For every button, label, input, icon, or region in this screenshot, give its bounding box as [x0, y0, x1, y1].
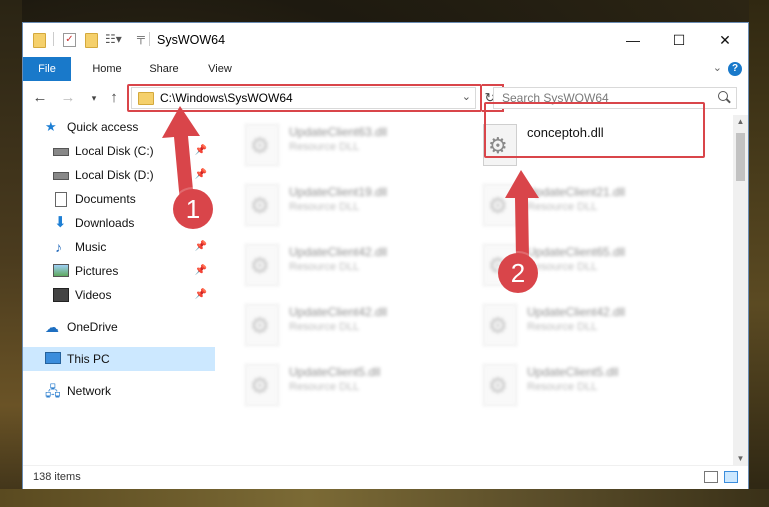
dll-file-icon [483, 304, 517, 346]
download-icon: ⬇ [54, 214, 67, 231]
up-button[interactable]: ↑ [105, 89, 123, 106]
dll-file-icon [245, 304, 279, 346]
file-item[interactable]: UpdateClient42.dll Resource DLL [245, 241, 465, 291]
tab-view[interactable]: View [195, 57, 245, 81]
pictures-icon [53, 264, 69, 277]
folder-icon [33, 33, 46, 48]
ribbon-tabs: File Home Share View ⌄ ? [23, 57, 748, 82]
status-bar: 138 items [23, 465, 748, 489]
file-name: UpdateClient42.dll [289, 245, 388, 259]
large-icons-view-icon[interactable] [724, 471, 738, 483]
scrollbar-thumb[interactable] [736, 133, 745, 181]
file-name: UpdateClient42.dll [289, 305, 388, 319]
pin-down-icon[interactable]: ╤ [137, 32, 145, 44]
file-type: Resource DLL [289, 261, 360, 273]
cloud-icon: ☁ [45, 319, 59, 335]
file-name: UpdateClient19.dll [289, 185, 388, 199]
star-icon: ★ [45, 119, 57, 134]
sidebar-item-onedrive[interactable]: ☁ OneDrive [23, 315, 215, 339]
dll-file-icon [245, 364, 279, 406]
file-list: UpdateClient63.dll Resource DLL concepto… [215, 115, 733, 465]
back-button[interactable]: ← [31, 89, 49, 106]
expand-ribbon-icon[interactable]: ⌄ [713, 61, 722, 74]
maximize-button[interactable]: ☐ [656, 23, 702, 57]
sidebar-item-this-pc[interactable]: This PC [23, 347, 215, 371]
item-count: 138 items [33, 471, 81, 483]
file-name: UpdateClient5.dll [289, 365, 381, 379]
sidebar-item-label: This PC [67, 352, 110, 366]
dll-file-icon [245, 244, 279, 286]
annotation-highlight-file [484, 102, 705, 158]
divider [53, 32, 54, 46]
sidebar-item-pictures[interactable]: Pictures 📌 [23, 259, 215, 283]
window-title: SysWOW64 [157, 33, 226, 47]
sidebar-item-label: Network [67, 384, 112, 398]
drive-icon [53, 172, 69, 180]
desktop-background-left [0, 0, 22, 507]
network-icon: 🖧 [45, 383, 61, 399]
desktop-background-bottom [0, 489, 769, 507]
file-item[interactable]: UpdateClient42.dll Resource DLL [245, 301, 465, 351]
sidebar-item-label: Quick access [67, 120, 139, 134]
sidebar-item-label: Downloads [75, 216, 135, 230]
properties-icon[interactable]: ✓ [63, 33, 76, 47]
search-icon[interactable] [718, 91, 728, 101]
pin-icon[interactable]: 📌 [195, 259, 207, 283]
vertical-scrollbar[interactable]: ▲ ▼ [733, 115, 748, 465]
file-type: Resource DLL [527, 381, 598, 393]
dll-file-icon [245, 124, 279, 166]
sidebar-item-music[interactable]: ♪ Music 📌 [23, 235, 215, 259]
file-type: Resource DLL [289, 141, 360, 153]
file-type: Resource DLL [289, 381, 360, 393]
file-name: UpdateClient63.dll [289, 125, 388, 139]
file-item[interactable]: UpdateClient19.dll Resource DLL [245, 181, 465, 231]
pin-icon[interactable]: 📌 [195, 235, 207, 259]
step-2-badge: 2 [498, 253, 538, 293]
drive-icon [53, 148, 69, 156]
tab-home[interactable]: Home [81, 57, 133, 81]
step-1-badge: 1 [173, 189, 213, 229]
file-item[interactable]: UpdateClient5.dll Resource DLL [483, 361, 703, 411]
new-folder-icon[interactable] [85, 33, 98, 48]
details-view-icon[interactable] [704, 471, 718, 483]
videos-icon [53, 288, 69, 302]
file-type: Resource DLL [289, 321, 360, 333]
sidebar-item-label: Documents [75, 192, 136, 206]
sidebar-item-label: Local Disk (D:) [75, 168, 154, 182]
sidebar-item-label: OneDrive [67, 320, 118, 334]
scroll-down-icon[interactable]: ▼ [733, 454, 748, 463]
customize-toolbar-icon[interactable]: ☷▾ [105, 32, 122, 46]
divider [149, 32, 150, 46]
sidebar-item-label: Music [75, 240, 107, 254]
sidebar-item-network[interactable]: 🖧 Network [23, 379, 215, 403]
tab-share[interactable]: Share [139, 57, 189, 81]
minimize-button[interactable]: — [610, 23, 656, 57]
sidebar-item-label: Videos [75, 288, 112, 302]
file-name: UpdateClient5.dll [527, 365, 619, 379]
computer-icon [45, 352, 61, 364]
tab-file[interactable]: File [23, 57, 71, 81]
file-item[interactable]: UpdateClient5.dll Resource DLL [245, 361, 465, 411]
sidebar-item-label: Local Disk (C:) [75, 144, 154, 158]
dll-file-icon [483, 364, 517, 406]
file-explorer-window: ✓ ☷▾ ╤ SysWOW64 — ☐ ✕ File Home Share Vi… [22, 22, 749, 489]
file-type: Resource DLL [289, 201, 360, 213]
desktop-background-right [749, 0, 769, 507]
file-item[interactable]: UpdateClient42.dll Resource DLL [483, 301, 703, 351]
forward-button[interactable]: → [59, 89, 77, 106]
close-button[interactable]: ✕ [702, 23, 748, 57]
music-icon: ♪ [55, 239, 62, 255]
recent-locations-icon[interactable]: ▾ [85, 93, 103, 104]
file-name: UpdateClient42.dll [527, 305, 626, 319]
pin-icon[interactable]: 📌 [195, 283, 207, 307]
sidebar-item-videos[interactable]: Videos 📌 [23, 283, 215, 307]
dll-file-icon [245, 184, 279, 226]
scroll-up-icon[interactable]: ▲ [733, 117, 748, 126]
sidebar-item-label: Pictures [75, 264, 119, 278]
file-type: Resource DLL [527, 321, 598, 333]
help-icon[interactable]: ? [728, 62, 742, 76]
file-item[interactable]: UpdateClient63.dll Resource DLL [245, 121, 465, 171]
documents-icon [55, 192, 67, 207]
title-bar: ✓ ☷▾ ╤ SysWOW64 — ☐ ✕ [23, 23, 748, 57]
